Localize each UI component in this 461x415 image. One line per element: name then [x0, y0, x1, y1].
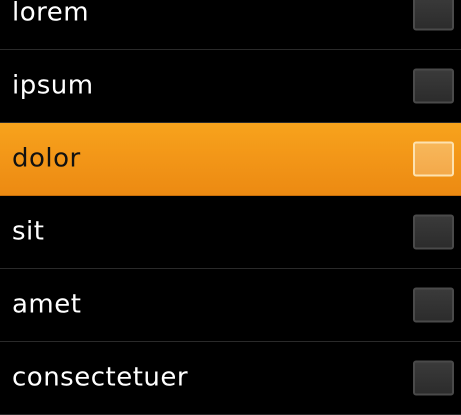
list-item-label: lorem	[12, 0, 90, 28]
list-item-dolor[interactable]: dolor	[0, 123, 461, 196]
list-item-label: amet	[12, 289, 82, 320]
list-item-label: sit	[12, 216, 45, 247]
checkbox[interactable]	[413, 214, 454, 250]
checkbox[interactable]	[413, 141, 454, 177]
list-item-sit[interactable]: sit	[0, 196, 461, 269]
list-item-ipsum[interactable]: ipsum	[0, 50, 461, 123]
checkbox[interactable]	[413, 0, 454, 31]
checkbox[interactable]	[413, 287, 454, 323]
list-item-amet[interactable]: amet	[0, 269, 461, 342]
checkbox[interactable]	[413, 68, 454, 104]
list-item-label: ipsum	[12, 70, 94, 101]
multi-choice-list: lorem ipsum dolor sit amet consectetuer	[0, 0, 461, 415]
list-item-label: consectetuer	[12, 362, 189, 393]
checkbox[interactable]	[413, 360, 454, 396]
list-item-lorem[interactable]: lorem	[0, 0, 461, 50]
list-item-label: dolor	[12, 143, 81, 174]
list-item-consectetuer[interactable]: consectetuer	[0, 342, 461, 415]
